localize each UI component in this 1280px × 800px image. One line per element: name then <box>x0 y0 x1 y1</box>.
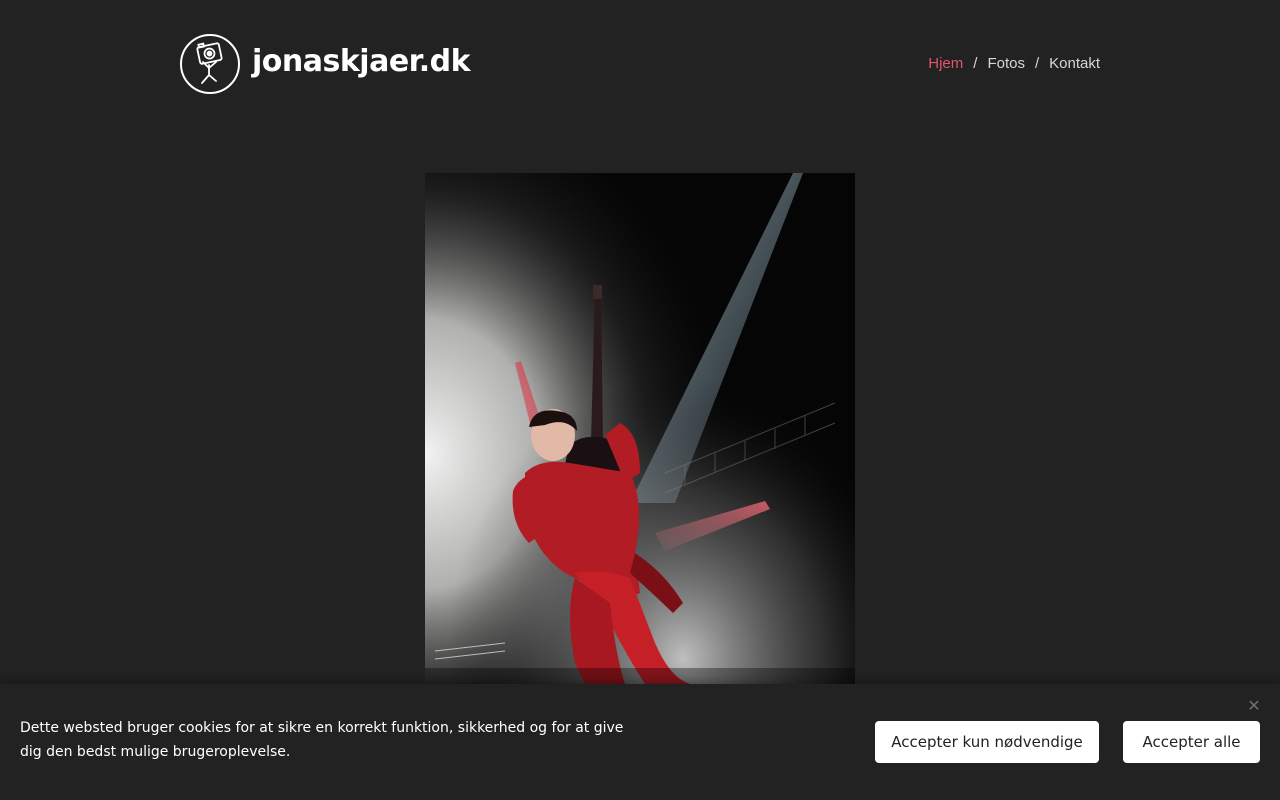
cookie-message: Dette websted bruger cookies for at sikr… <box>20 720 624 760</box>
page: jonaskjaer.dk Hjem / Fotos / Kontakt Det… <box>0 0 1280 800</box>
accept-all-button[interactable]: Accepter alle <box>1123 721 1260 763</box>
main-nav: Hjem / Fotos / Kontakt <box>928 55 1100 72</box>
nav-item-hjem[interactable]: Hjem <box>928 55 963 72</box>
camera-stickfigure-icon <box>180 34 240 94</box>
nav-separator: / <box>1034 55 1040 72</box>
accept-necessary-button[interactable]: Accepter kun nødvendige <box>875 721 1099 763</box>
nav-item-fotos[interactable]: Fotos <box>987 55 1025 72</box>
cookie-banner: Dette websted bruger cookies for at sikr… <box>0 684 1280 800</box>
site-header: jonaskjaer.dk Hjem / Fotos / Kontakt <box>180 34 1100 94</box>
site-name: jonaskjaer.dk <box>252 44 471 79</box>
site-logo-link[interactable]: jonaskjaer.dk <box>180 34 471 94</box>
concert-guitarist-photo <box>425 173 855 684</box>
nav-separator: / <box>973 55 978 72</box>
nav-item-kontakt[interactable]: Kontakt <box>1049 55 1100 72</box>
close-icon[interactable]: ✕ <box>1246 698 1262 714</box>
